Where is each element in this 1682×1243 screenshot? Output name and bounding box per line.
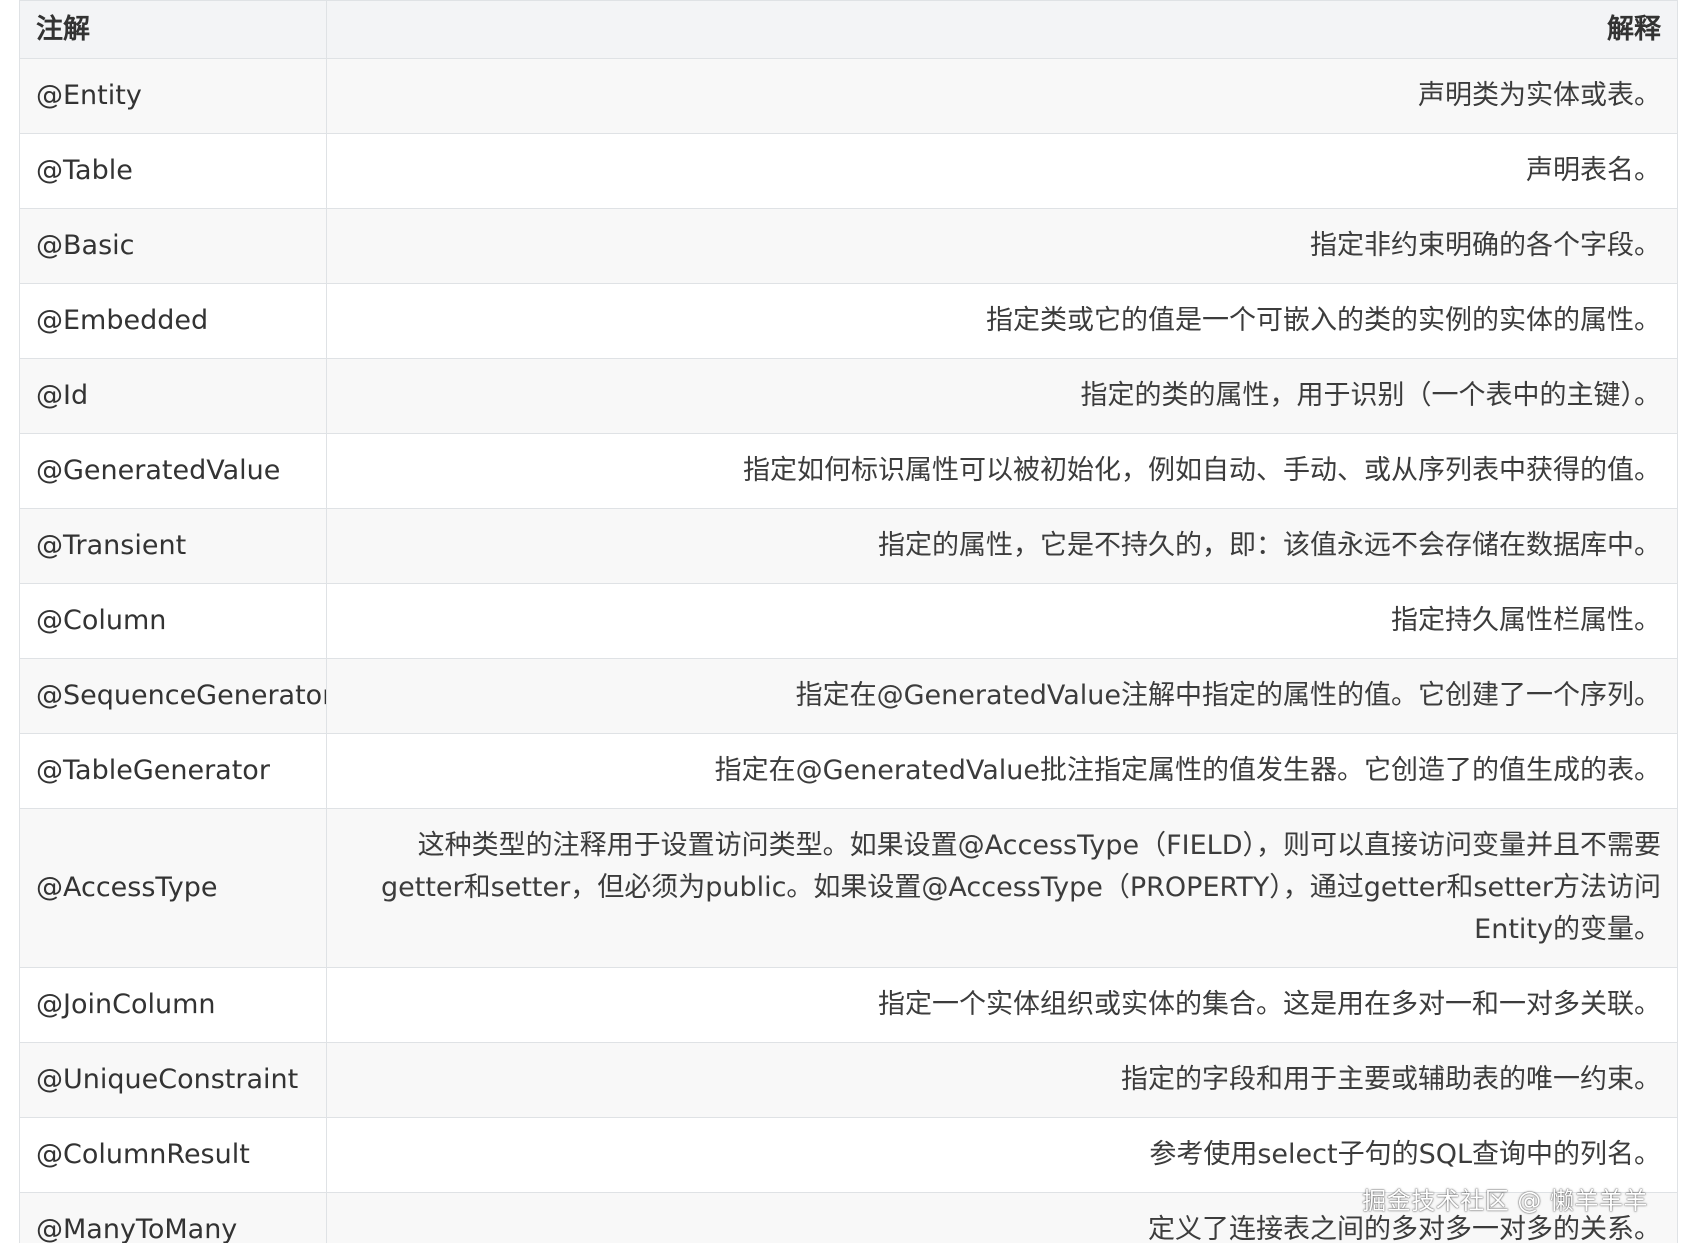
table-row: @TableGenerator 指定在@GeneratedValue批注指定属性… xyxy=(19,733,1678,809)
description-cell: 指定类或它的值是一个可嵌入的类的实例的实体的属性。 xyxy=(326,283,1678,359)
table-header-row: 注解 解释 xyxy=(19,0,1678,59)
annotation-cell: @Embedded xyxy=(19,283,327,359)
description-cell: 指定如何标识属性可以被初始化，例如自动、手动、或从序列表中获得的值。 xyxy=(326,433,1678,509)
table-row: @Column 指定持久属性栏属性。 xyxy=(19,583,1678,659)
annotation-cell: @ManyToMany xyxy=(19,1192,327,1243)
annotation-cell: @AccessType xyxy=(19,808,327,968)
annotation-cell: @UniqueConstraint xyxy=(19,1042,327,1118)
annotation-cell: @Transient xyxy=(19,508,327,584)
description-cell: 指定的属性，它是不持久的，即：该值永远不会存储在数据库中。 xyxy=(326,508,1678,584)
table-row: @JoinColumn 指定一个实体组织或实体的集合。这是用在多对一和一对多关联… xyxy=(19,967,1678,1043)
description-cell: 指定在@GeneratedValue注解中指定的属性的值。它创建了一个序列。 xyxy=(326,658,1678,734)
table-row: @SequenceGenerator 指定在@GeneratedValue注解中… xyxy=(19,658,1678,734)
annotation-cell: @Basic xyxy=(19,208,327,284)
table-row: @Embedded 指定类或它的值是一个可嵌入的类的实例的实体的属性。 xyxy=(19,283,1678,359)
page: 注解 解释 @Entity 声明类为实体或表。 @Table 声明表名。 @Ba… xyxy=(0,0,1682,1243)
table-row: @AccessType 这种类型的注释用于设置访问类型。如果设置@AccessT… xyxy=(19,808,1678,968)
table-row: @Entity 声明类为实体或表。 xyxy=(19,58,1678,134)
annotation-cell: @SequenceGenerator xyxy=(19,658,327,734)
annotation-cell: @Column xyxy=(19,583,327,659)
table-row: @Id 指定的类的属性，用于识别（一个表中的主键）。 xyxy=(19,358,1678,434)
annotation-cell: @ColumnResult xyxy=(19,1117,327,1193)
table-row: @Table 声明表名。 xyxy=(19,133,1678,209)
description-cell: 这种类型的注释用于设置访问类型。如果设置@AccessType（FIELD），则… xyxy=(326,808,1678,968)
description-cell: 指定一个实体组织或实体的集合。这是用在多对一和一对多关联。 xyxy=(326,967,1678,1043)
annotation-cell: @GeneratedValue xyxy=(19,433,327,509)
description-cell: 指定的字段和用于主要或辅助表的唯一约束。 xyxy=(326,1042,1678,1118)
annotation-cell: @Id xyxy=(19,358,327,434)
annotation-cell: @Entity xyxy=(19,58,327,134)
table-row: @GeneratedValue 指定如何标识属性可以被初始化，例如自动、手动、或… xyxy=(19,433,1678,509)
description-cell: 声明表名。 xyxy=(326,133,1678,209)
header-annotation: 注解 xyxy=(19,0,327,59)
annotation-cell: @Table xyxy=(19,133,327,209)
table-row: @Basic 指定非约束明确的各个字段。 xyxy=(19,208,1678,284)
description-cell: 指定的类的属性，用于识别（一个表中的主键）。 xyxy=(326,358,1678,434)
table-row: @UniqueConstraint 指定的字段和用于主要或辅助表的唯一约束。 xyxy=(19,1042,1678,1118)
annotation-cell: @JoinColumn xyxy=(19,967,327,1043)
description-cell: 指定非约束明确的各个字段。 xyxy=(326,208,1678,284)
annotation-cell: @TableGenerator xyxy=(19,733,327,809)
description-cell: 指定持久属性栏属性。 xyxy=(326,583,1678,659)
description-cell: 声明类为实体或表。 xyxy=(326,58,1678,134)
table-row: @Transient 指定的属性，它是不持久的，即：该值永远不会存储在数据库中。 xyxy=(19,508,1678,584)
watermark: 掘金技术社区 @ 懒羊羊羊 xyxy=(1362,1187,1648,1215)
header-description: 解释 xyxy=(326,0,1678,59)
annotations-table: 注解 解释 @Entity 声明类为实体或表。 @Table 声明表名。 @Ba… xyxy=(19,0,1678,1243)
description-cell: 指定在@GeneratedValue批注指定属性的值发生器。它创造了的值生成的表… xyxy=(326,733,1678,809)
